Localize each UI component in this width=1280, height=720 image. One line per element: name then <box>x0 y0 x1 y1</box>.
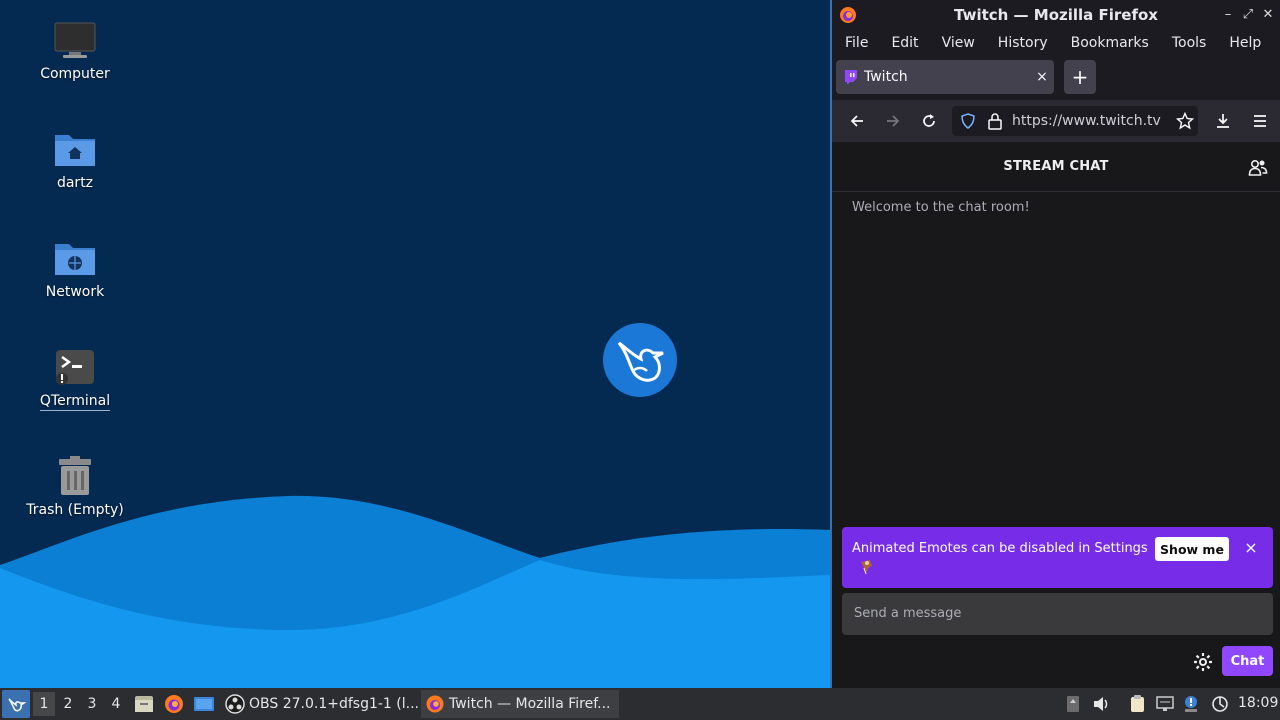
tray-removable-drive-icon[interactable] <box>1063 694 1083 714</box>
new-tab-button[interactable]: + <box>1064 60 1096 94</box>
window-title: Twitch — Mozilla Firefox <box>954 6 1158 24</box>
taskbar: 1 2 3 4 OBS 27.0.1+dfsg1-1 (l... Twitch … <box>0 688 1280 720</box>
twitch-favicon-icon <box>845 70 857 84</box>
chat-header: STREAM CHAT <box>832 142 1280 192</box>
tab-bar: Twitch × + <box>832 56 1280 100</box>
taskbar-item-label: Twitch — Mozilla Firef... <box>449 696 611 712</box>
chat-header-title: STREAM CHAT <box>1003 159 1109 174</box>
desktop-icon-label: QTerminal <box>39 393 111 411</box>
clock[interactable]: 18:09 <box>1238 695 1278 711</box>
forward-icon[interactable] <box>881 109 905 133</box>
url-bar[interactable]: https://www.twitch.tv <box>952 106 1198 136</box>
show-me-button[interactable]: Show me <box>1155 537 1229 561</box>
animated-emotes-notice: Animated Emotes can be disabled in Setti… <box>842 527 1273 588</box>
menu-tools[interactable]: Tools <box>1165 35 1214 51</box>
minimize-button[interactable]: – <box>1220 7 1236 22</box>
back-icon[interactable] <box>845 109 869 133</box>
workspace-4[interactable]: 4 <box>105 692 127 716</box>
network-icon[interactable] <box>1155 694 1175 714</box>
menu-help[interactable]: Help <box>1222 35 1268 51</box>
workspace-1[interactable]: 1 <box>33 692 55 716</box>
menu-file[interactable]: File <box>838 35 875 51</box>
lock-icon[interactable] <box>987 112 1003 130</box>
hamburger-menu-icon[interactable] <box>1248 109 1272 133</box>
desktop-icon-qterminal[interactable]: QTerminal <box>15 345 135 411</box>
workspace-3[interactable]: 3 <box>81 692 103 716</box>
clipboard-icon[interactable] <box>1128 694 1148 714</box>
start-menu-button[interactable] <box>2 690 30 718</box>
notice-text: Animated Emotes can be disabled in Setti… <box>852 541 1148 556</box>
taskbar-item-firefox[interactable]: Twitch — Mozilla Firef... <box>421 690 619 718</box>
update-notifier-icon[interactable] <box>1181 694 1201 714</box>
screen-lock-icon[interactable] <box>1210 694 1230 714</box>
menu-bar: File Edit View History Bookmarks Tools H… <box>832 30 1280 56</box>
tab-close-icon[interactable]: × <box>1030 69 1054 85</box>
chat-send-button[interactable]: Chat <box>1222 646 1273 676</box>
trash-icon <box>53 454 97 498</box>
workspace-2[interactable]: 2 <box>57 692 79 716</box>
computer-icon <box>53 18 97 62</box>
close-window-button[interactable]: ✕ <box>1260 7 1276 22</box>
tracking-protection-shield-icon[interactable] <box>960 113 976 129</box>
desktop-icon-label: dartz <box>56 175 94 191</box>
terminal-icon <box>53 345 97 389</box>
taskbar-item-label: OBS 27.0.1+dfsg1-1 (l... <box>249 696 419 712</box>
show-desktop-icon[interactable] <box>193 693 215 715</box>
menu-bookmarks[interactable]: Bookmarks <box>1064 35 1156 51</box>
reload-icon[interactable] <box>917 109 941 133</box>
menu-view[interactable]: View <box>935 35 982 51</box>
maximize-button[interactable]: ⤢ <box>1240 7 1256 22</box>
file-manager-launcher-icon[interactable] <box>133 693 155 715</box>
url-text[interactable]: https://www.twitch.tv <box>1012 113 1161 129</box>
menu-history[interactable]: History <box>991 35 1055 51</box>
desktop-icon-label: Computer <box>40 66 110 82</box>
navigation-toolbar: https://www.twitch.tv <box>832 100 1280 142</box>
firefox-launcher-icon[interactable] <box>163 693 185 715</box>
desktop-icon-label: Trash (Empty) <box>26 502 124 518</box>
tab-title: Twitch <box>864 69 908 85</box>
twitch-chat-panel: STREAM CHAT Welcome to the chat room! An… <box>832 142 1280 688</box>
network-folder-icon <box>53 236 97 280</box>
bookmark-star-icon[interactable] <box>1173 109 1197 133</box>
downloads-icon[interactable] <box>1211 109 1235 133</box>
volume-icon[interactable] <box>1091 694 1111 714</box>
taskbar-item-obs[interactable]: OBS 27.0.1+dfsg1-1 (l... <box>221 690 419 718</box>
chat-message-input[interactable]: Send a message <box>842 593 1273 635</box>
menu-edit[interactable]: Edit <box>884 35 925 51</box>
distro-logo-icon <box>603 323 677 397</box>
distro-menu-icon <box>8 698 26 712</box>
desktop-icon-home-folder[interactable]: dartz <box>15 127 135 191</box>
community-users-icon[interactable] <box>1248 158 1268 178</box>
notice-close-icon[interactable]: × <box>1242 538 1260 558</box>
emote-icon <box>861 560 872 575</box>
chat-welcome-message: Welcome to the chat room! <box>852 200 1030 215</box>
obs-icon <box>225 694 245 714</box>
desktop-icon-network[interactable]: Network <box>15 236 135 300</box>
window-titlebar[interactable]: Twitch — Mozilla Firefox – ⤢ ✕ <box>832 0 1280 30</box>
tab-twitch[interactable]: Twitch × <box>836 60 1054 94</box>
firefox-window: Twitch — Mozilla Firefox – ⤢ ✕ File Edit… <box>830 0 1280 688</box>
chat-settings-gear-icon[interactable] <box>1192 651 1214 673</box>
home-folder-icon <box>53 127 97 171</box>
desktop-icon-computer[interactable]: Computer <box>15 18 135 82</box>
desktop-icon-label: Network <box>45 284 105 300</box>
firefox-icon <box>426 695 444 713</box>
desktop-icon-trash[interactable]: Trash (Empty) <box>15 454 135 518</box>
